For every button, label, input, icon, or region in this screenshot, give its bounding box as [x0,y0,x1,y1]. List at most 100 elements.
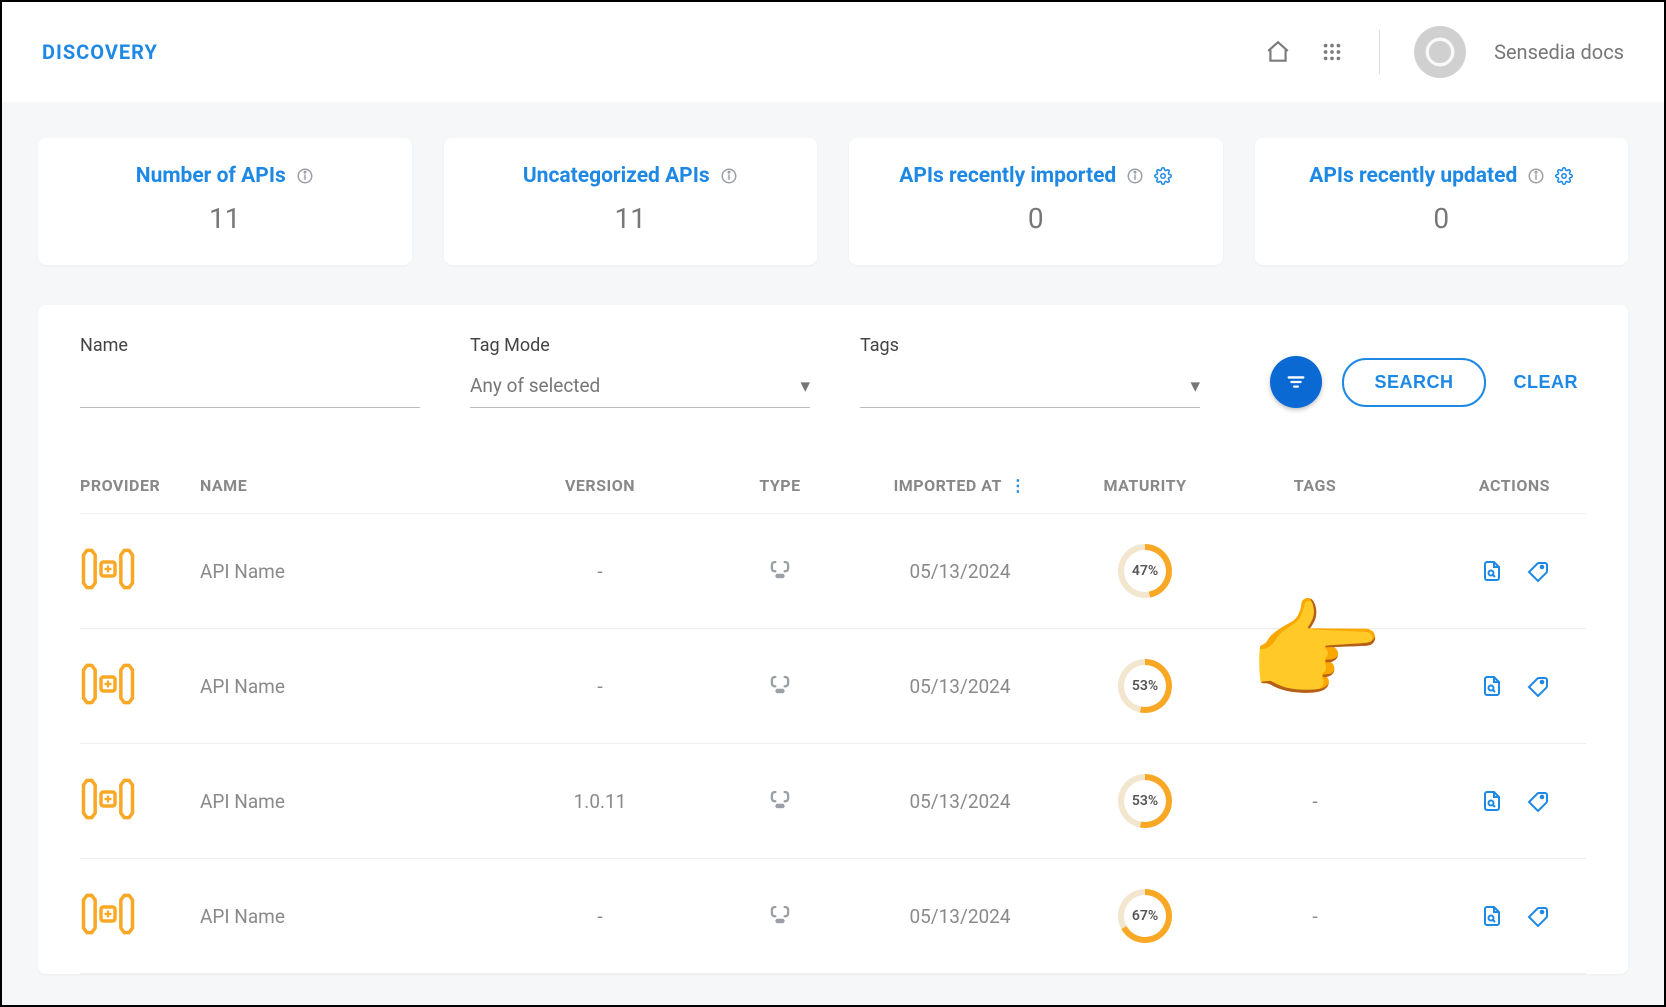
home-icon[interactable] [1265,39,1291,65]
chevron-down-icon: ▾ [1190,374,1200,397]
cell-imported-at: 05/13/2024 [860,560,1060,583]
view-details-icon[interactable] [1480,559,1504,583]
type-icon [766,785,794,818]
col-name[interactable]: NAME [200,476,500,495]
col-actions: ACTIONS [1400,476,1550,495]
cell-actions [1400,904,1550,928]
stat-recently-updated: APIs recently updated 0 [1255,138,1629,265]
provider-icon [80,775,136,828]
cell-name: API Name [200,790,500,813]
cell-imported-at: 05/13/2024 [860,675,1060,698]
info-icon[interactable] [720,167,738,185]
table-row[interactable]: API Name-05/13/202467%- [80,859,1586,974]
clear-button[interactable]: CLEAR [1506,360,1587,405]
cell-imported-at: 05/13/2024 [860,905,1060,928]
cell-provider [80,660,200,713]
api-table: PROVIDER NAME VERSION TYPE IMPORTED AT ⋮… [80,458,1586,974]
tagmode-label: Tag Mode [470,335,810,356]
cell-provider [80,890,200,943]
stat-value: 0 [1275,202,1609,235]
cell-actions [1400,559,1550,583]
user-name[interactable]: Sensedia docs [1494,40,1624,64]
cell-maturity: 47% [1060,544,1230,598]
maturity-donut: 53% [1118,774,1172,828]
table-row[interactable]: API Name1.0.11 05/13/2024 53% - [80,744,1586,859]
header-divider [1379,30,1380,74]
table-row[interactable]: API Name-05/13/202453%- [80,629,1586,744]
table-row[interactable]: API Name- 05/13/202447% [80,514,1586,629]
stat-label: Number of APIs [136,164,286,188]
name-label: Name [80,335,420,356]
type-icon [766,670,794,703]
cell-maturity: 53% [1060,774,1230,828]
cell-provider [80,775,200,828]
provider-icon [80,890,136,943]
info-icon[interactable] [296,167,314,185]
tags-label: Tags [860,335,1200,356]
col-tags[interactable]: TAGS [1230,476,1400,495]
tag-icon[interactable] [1526,789,1550,813]
info-icon[interactable] [1527,167,1545,185]
stat-label: APIs recently updated [1309,164,1517,188]
chevron-down-icon: ▾ [800,374,810,397]
cell-tags: - [1230,790,1400,813]
gear-icon[interactable] [1555,167,1573,185]
stat-uncategorized-apis: Uncategorized APIs 11 [444,138,818,265]
table-header: PROVIDER NAME VERSION TYPE IMPORTED AT ⋮… [80,458,1586,514]
cell-version: - [500,560,700,583]
col-type[interactable]: TYPE [700,476,860,495]
header-actions: Sensedia docs [1265,26,1624,78]
stats-row: Number of APIs 11 Uncategorized APIs 11 … [2,102,1664,265]
stat-recently-imported: APIs recently imported 0 [849,138,1223,265]
col-imported-at[interactable]: IMPORTED AT ⋮ [860,476,1060,495]
filter-bar: Name Tag Mode Any of selected ▾ Tags ▾ [80,335,1586,408]
cell-actions [1400,674,1550,698]
cell-type [700,785,860,818]
name-input[interactable] [80,368,420,408]
stat-number-of-apis: Number of APIs 11 [38,138,412,265]
tagmode-value: Any of selected [470,374,600,397]
cell-tags: - [1230,905,1400,928]
filter-toggle-button[interactable] [1270,356,1322,408]
cell-provider [80,545,200,598]
apps-grid-icon[interactable] [1319,39,1345,65]
tagmode-select[interactable]: Any of selected ▾ [470,368,810,408]
name-field: Name [80,335,420,408]
cell-version: - [500,905,700,928]
tag-icon[interactable] [1526,674,1550,698]
stat-label: APIs recently imported [899,164,1116,188]
page-title: DISCOVERY [42,40,158,64]
stat-value: 11 [58,202,392,235]
main-panel: Name Tag Mode Any of selected ▾ Tags ▾ [38,305,1628,974]
more-columns-icon[interactable]: ⋮ [1010,476,1027,495]
cell-maturity: 67% [1060,889,1230,943]
cell-type [700,900,860,933]
search-button[interactable]: SEARCH [1342,358,1485,407]
info-icon[interactable] [1126,167,1144,185]
tag-icon[interactable] [1526,904,1550,928]
tags-field: Tags ▾ [860,335,1200,408]
view-details-icon[interactable] [1480,789,1504,813]
cell-actions [1400,789,1550,813]
provider-icon [80,545,136,598]
cell-name: API Name [200,560,500,583]
maturity-donut: 67% [1118,889,1172,943]
cell-name: API Name [200,905,500,928]
avatar[interactable] [1414,26,1466,78]
stat-value: 0 [869,202,1203,235]
cell-name: API Name [200,675,500,698]
view-details-icon[interactable] [1480,674,1504,698]
cell-imported-at: 05/13/2024 [860,790,1060,813]
maturity-donut: 53% [1118,659,1172,713]
view-details-icon[interactable] [1480,904,1504,928]
col-provider: PROVIDER [80,476,200,495]
tags-select[interactable]: ▾ [860,368,1200,408]
cell-type [700,555,860,588]
cell-version: 1.0.11 [500,790,700,813]
col-version[interactable]: VERSION [500,476,700,495]
tagmode-field: Tag Mode Any of selected ▾ [470,335,810,408]
col-maturity[interactable]: MATURITY [1060,476,1230,495]
gear-icon[interactable] [1154,167,1172,185]
tag-icon[interactable] [1526,559,1550,583]
stat-label: Uncategorized APIs [523,164,710,188]
